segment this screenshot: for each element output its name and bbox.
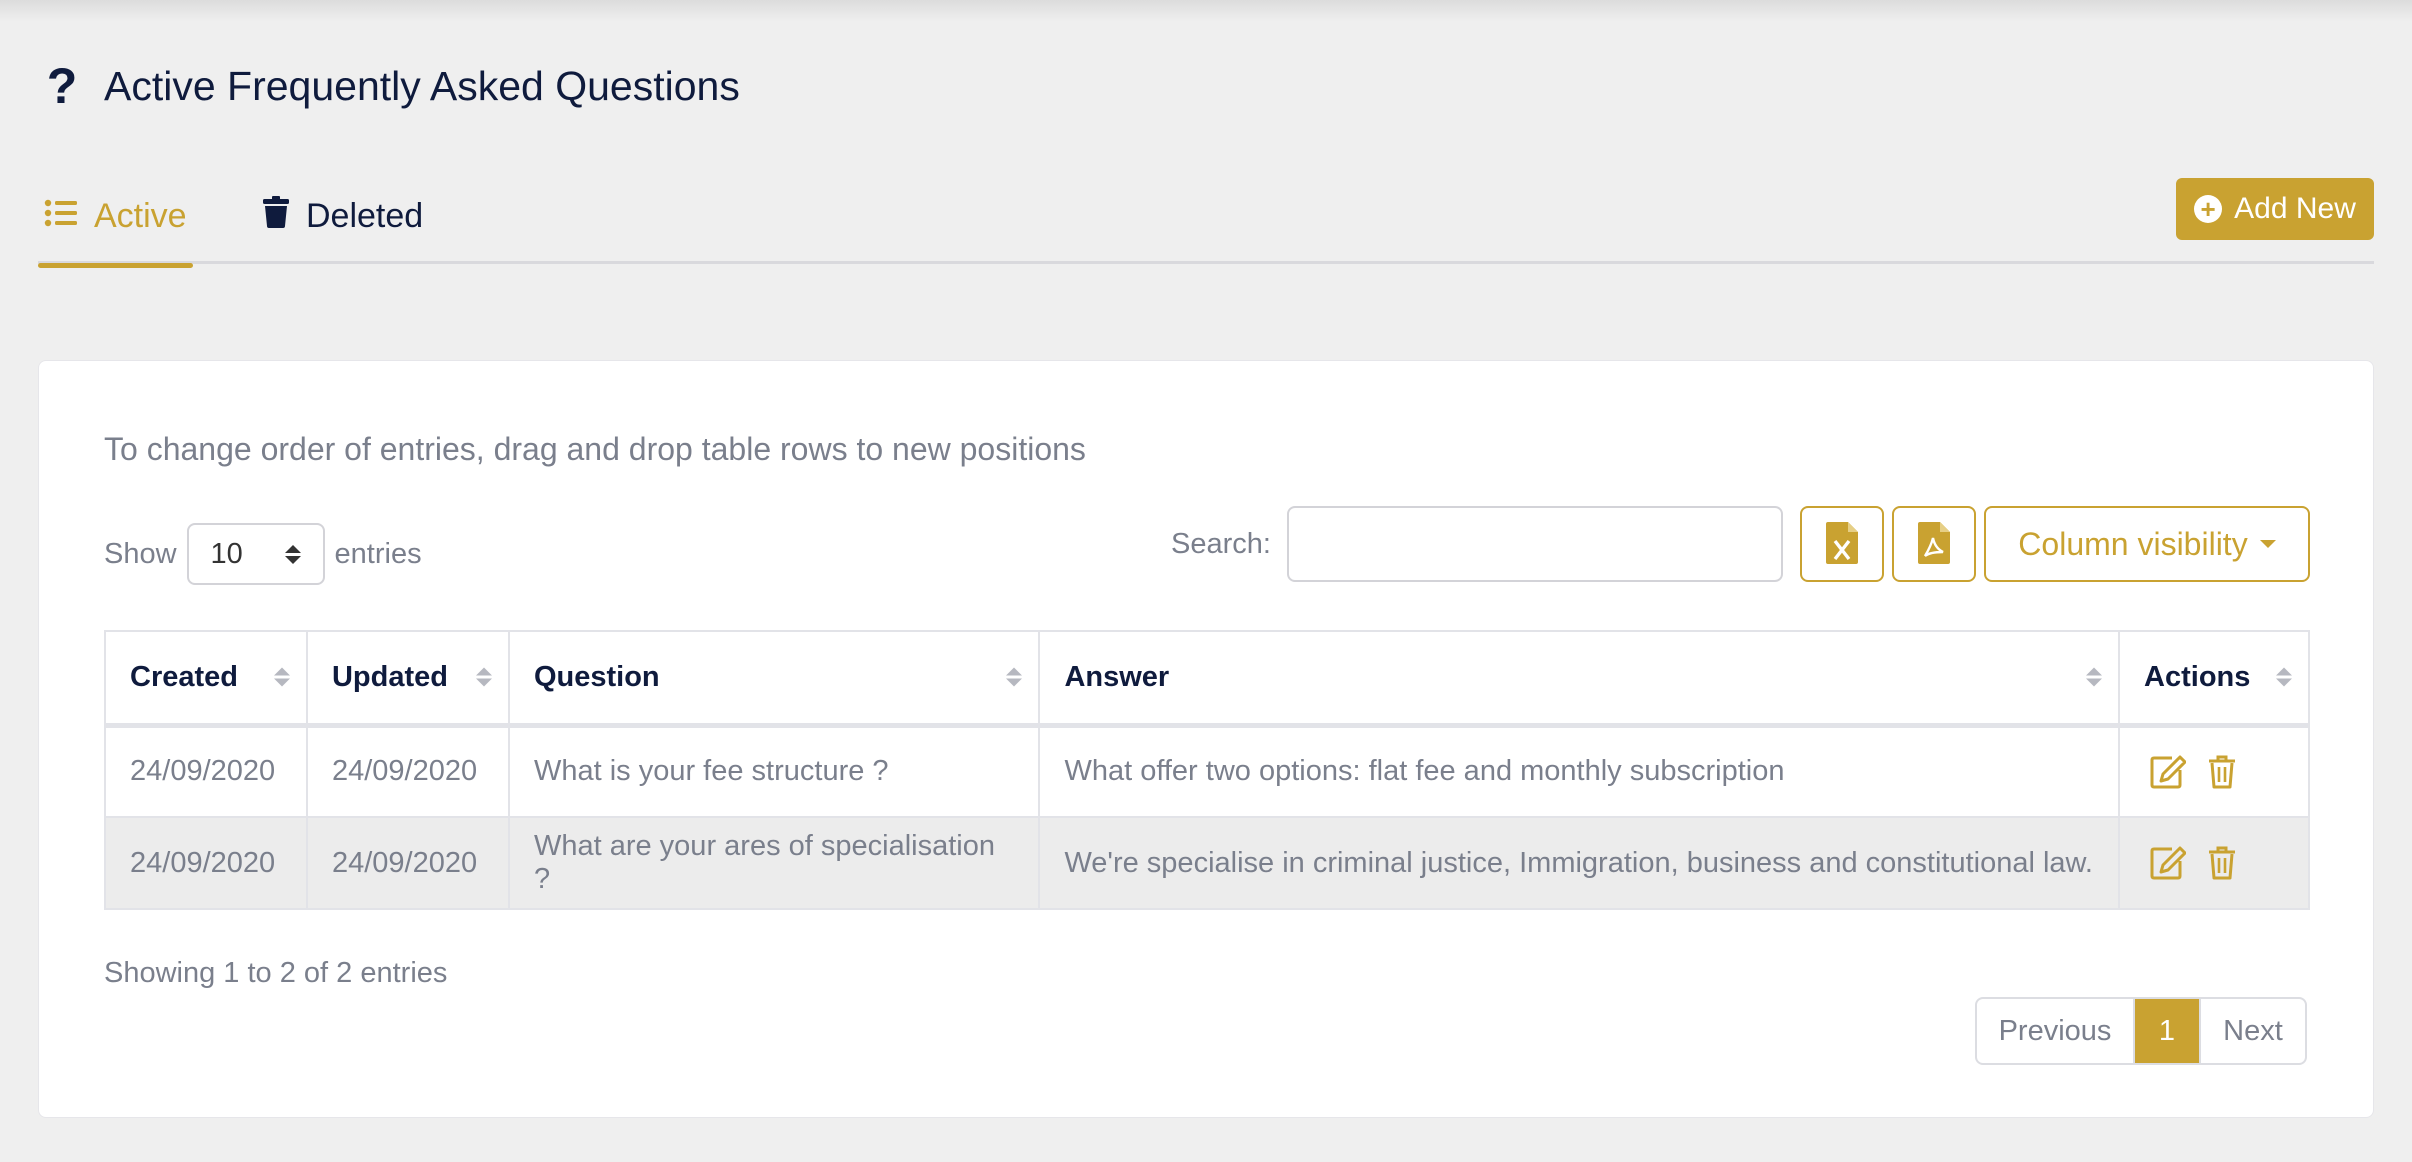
- column-header-created[interactable]: Created: [104, 630, 308, 728]
- sort-icon: [2276, 667, 2292, 687]
- next-page-button[interactable]: Next: [2199, 999, 2305, 1063]
- add-new-button[interactable]: + Add New: [2176, 178, 2374, 240]
- plus-circle-icon: +: [2194, 195, 2223, 223]
- sort-icon: [475, 667, 492, 687]
- show-label: Show: [104, 537, 177, 570]
- column-header-answer[interactable]: Answer: [1038, 630, 2121, 728]
- faq-table: Created Updated Question Answer Actions …: [104, 630, 2310, 910]
- tab-active-label: Active: [94, 196, 187, 235]
- sort-icon: [273, 667, 290, 687]
- chevron-down-icon: [2259, 540, 2276, 548]
- column-visibility-label: Column visibility: [2018, 525, 2248, 562]
- faq-card: To change order of entries, drag and dro…: [38, 360, 2374, 1118]
- entries-length-control: Show 10 entries: [104, 523, 422, 585]
- top-shadow: [0, 0, 2412, 22]
- question-icon: ?: [46, 58, 78, 114]
- tab-bar: Active Deleted + Add New: [38, 168, 2374, 268]
- cell-answer: We're specialise in criminal justice, Im…: [1038, 816, 2121, 910]
- column-header-updated[interactable]: Updated: [305, 630, 510, 728]
- tab-deleted-label: Deleted: [306, 196, 424, 235]
- search-input[interactable]: [1286, 506, 1783, 582]
- pagination: Previous 1 Next: [1975, 997, 2307, 1065]
- edit-icon[interactable]: [2150, 755, 2187, 789]
- column-visibility-button[interactable]: Column visibility: [1984, 506, 2310, 582]
- page-header: ? Active Frequently Asked Questions: [44, 58, 740, 114]
- tab-active[interactable]: Active: [38, 168, 193, 268]
- cell-created: 24/09/2020: [104, 724, 308, 818]
- delete-icon[interactable]: [2208, 846, 2236, 880]
- cell-updated: 24/09/2020: [305, 724, 510, 818]
- add-new-label: Add New: [2234, 192, 2356, 225]
- entries-select-value: 10: [210, 537, 243, 570]
- reorder-hint: To change order of entries, drag and dro…: [104, 431, 1086, 467]
- search-control: Search:: [1171, 506, 1783, 582]
- column-header-actions[interactable]: Actions: [2118, 630, 2310, 728]
- table-row[interactable]: 24/09/2020 24/09/2020 What is your fee s…: [104, 724, 2310, 818]
- sort-icon: [2086, 667, 2103, 687]
- page-1-button[interactable]: 1: [2135, 999, 2199, 1063]
- delete-icon[interactable]: [2208, 755, 2236, 789]
- sort-icon: [1006, 667, 1023, 687]
- cell-question: What is your fee structure ?: [507, 724, 1041, 818]
- export-excel-button[interactable]: [1800, 506, 1884, 582]
- cell-updated: 24/09/2020: [305, 816, 510, 910]
- previous-page-button[interactable]: Previous: [1977, 999, 2135, 1063]
- table-row[interactable]: 24/09/2020 24/09/2020 What are your ares…: [104, 816, 2310, 910]
- trash-icon: [262, 195, 290, 237]
- cell-answer: What offer two options: flat fee and mon…: [1038, 724, 2121, 818]
- cell-question: What are your ares of specialisation ?: [507, 816, 1041, 910]
- file-excel-icon: [1826, 521, 1858, 567]
- entries-label: entries: [334, 537, 422, 570]
- export-pdf-button[interactable]: [1892, 506, 1976, 582]
- list-icon: [44, 197, 78, 236]
- select-arrows-icon: [284, 544, 301, 564]
- edit-icon[interactable]: [2150, 846, 2187, 880]
- page-title: Active Frequently Asked Questions: [104, 62, 740, 109]
- column-header-question[interactable]: Question: [507, 630, 1041, 728]
- cell-created: 24/09/2020: [104, 816, 308, 910]
- entries-select[interactable]: 10: [186, 523, 325, 585]
- tab-deleted[interactable]: Deleted: [262, 168, 423, 264]
- table-info: Showing 1 to 2 of 2 entries: [104, 957, 448, 989]
- cell-actions: [2118, 724, 2310, 818]
- cell-actions: [2118, 816, 2310, 910]
- file-pdf-icon: [1918, 521, 1950, 567]
- search-label: Search:: [1171, 527, 1271, 560]
- table-header-row: Created Updated Question Answer Actions: [104, 630, 2310, 728]
